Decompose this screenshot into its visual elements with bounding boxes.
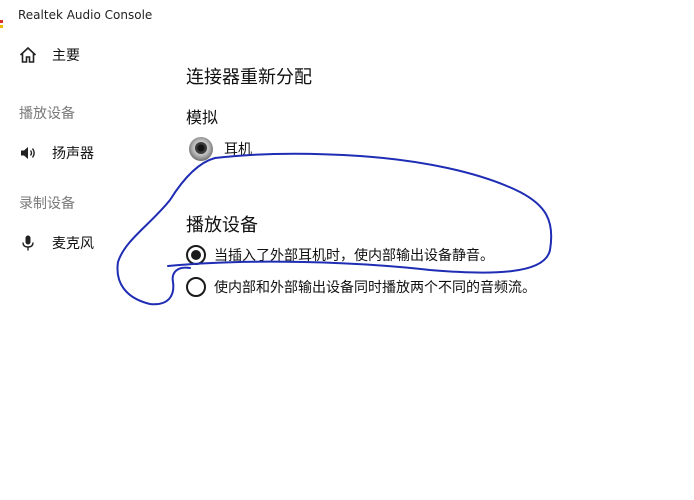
playback-heading: 播放设备 bbox=[186, 215, 258, 236]
home-icon bbox=[18, 45, 38, 65]
sidebar-item-label: 麦克风 bbox=[52, 236, 94, 252]
sidebar: 主要 播放设备 扬声器 录制设备 麦克风 bbox=[0, 0, 170, 500]
device-headphone[interactable]: 耳机 bbox=[188, 136, 252, 162]
radio-label: 使内部和外部输出设备同时播放两个不同的音频流。 bbox=[214, 280, 536, 296]
realtek-audio-console-window: Realtek Audio Console 主要 播放设备 扬声器 录制设备 麦… bbox=[0, 0, 694, 500]
main-content: 连接器重新分配 模拟 耳机 播放设备 当插入了外部耳机时，使内部输出设备静音。 … bbox=[186, 0, 686, 500]
sidebar-item-speaker[interactable]: 扬声器 bbox=[18, 141, 94, 165]
microphone-icon bbox=[18, 233, 38, 253]
analog-heading: 模拟 bbox=[186, 108, 219, 127]
radio-button-checked[interactable] bbox=[186, 245, 206, 265]
sidebar-item-home[interactable]: 主要 bbox=[18, 43, 80, 67]
sidebar-item-label: 扬声器 bbox=[52, 146, 94, 162]
section-label-recording: 录制设备 bbox=[19, 196, 75, 212]
radio-option-dual-stream[interactable]: 使内部和外部输出设备同时播放两个不同的音频流。 bbox=[186, 277, 536, 297]
sidebar-item-label: 主要 bbox=[52, 48, 80, 64]
speaker-icon bbox=[18, 143, 38, 163]
device-label: 耳机 bbox=[224, 142, 252, 158]
sidebar-item-microphone[interactable]: 麦克风 bbox=[18, 231, 94, 255]
headphone-jack-icon bbox=[188, 136, 214, 162]
radio-button-unchecked[interactable] bbox=[186, 277, 206, 297]
radio-option-mute-internal[interactable]: 当插入了外部耳机时，使内部输出设备静音。 bbox=[186, 245, 494, 265]
page-title: 连接器重新分配 bbox=[186, 67, 312, 88]
radio-label: 当插入了外部耳机时，使内部输出设备静音。 bbox=[214, 248, 494, 264]
section-label-playback: 播放设备 bbox=[19, 106, 75, 122]
